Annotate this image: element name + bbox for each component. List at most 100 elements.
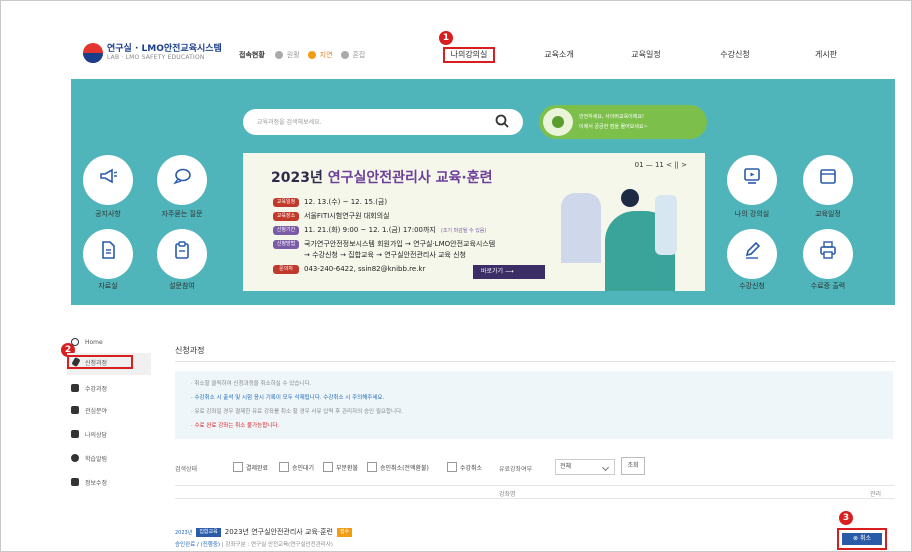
checkbox[interactable] [279,462,289,472]
checkbox-label: 부분환불 [336,464,359,472]
checkbox[interactable] [233,462,243,472]
checkbox-label: 결제완료 [246,464,269,472]
notice-line: · 수강취소 시 출석 및 시험 응시 기록이 모두 삭제됩니다. 수강취소 시… [191,395,385,401]
page-title: 신청과정 [175,346,205,355]
notice-line: · 수료 완료 강좌는 취소 불가능합니다. [191,423,280,429]
slide-row-place: 교육장소 서울FITI시험연구원 대회의실 [273,211,390,221]
mascot-icon [543,108,573,136]
main-content: 신청과정 · 취소할 클릭하여 신청과정을 취소하실 수 있습니다. · 수강취… [175,337,895,551]
search-icon[interactable] [495,114,509,128]
promo-line-2: 이제서 궁금한 점을 물어보세요~ [579,124,648,130]
main-banner: 교육과정을 검색해보세요. 안전하세요, 사이버교육이에요! 이제서 궁금한 점… [71,79,895,305]
connection-status: 접속현황 원활 지연 혼잡 [239,48,365,62]
filter-checkbox-full-refund[interactable]: 승인취소(전액환불) [367,461,429,473]
site-header: 연구실 · LMO안전교육시스템 LAB · LMO SAFETY EDUCAT… [1,1,911,77]
column-course-name: 강좌명 [499,491,516,498]
checkbox-label: 수강취소 [460,464,483,472]
checkbox[interactable] [367,462,377,472]
faq-button[interactable] [157,155,207,205]
status-dot-active-icon [307,51,316,59]
filter-checkbox-partial-refund[interactable]: 부분환불 [323,461,358,473]
survey-button[interactable] [157,229,207,279]
promo-slide[interactable]: 2023년 연구실안전관리사 교육·훈련 01 — 11 < || > 교육일정… [243,153,705,291]
sidebar-item-interests[interactable]: 관심분야 [71,403,151,417]
archive-button[interactable] [83,229,133,279]
nav-education-intro[interactable]: 교육소개 [539,47,579,63]
profile-card-icon [71,478,79,486]
slide-row-text: 서울FITI시험연구원 대회의실 [304,212,390,220]
status-dot-icon [340,51,349,59]
go-button[interactable]: 바로가기 ⟶ [473,265,545,279]
sidebar-item-label: 정보수정 [85,479,108,487]
survey-label: 설문참여 [169,282,195,290]
status-dot-icon [274,51,283,59]
illustration-flask [655,195,677,255]
query-button[interactable]: 조회 [621,457,645,475]
enroll-button[interactable] [727,229,777,279]
status-delay: 지연 [319,51,333,59]
slide-title: 2023년 연구실안전관리사 교육·훈련 [271,167,493,187]
status-congested: 혼잡 [352,51,366,59]
sidebar-item-label: 나의상담 [85,431,108,439]
checkbox[interactable] [447,462,457,472]
illustration-researcher [561,193,601,263]
clipboard-icon [175,241,189,259]
search-input[interactable]: 교육과정을 검색해보세요. [257,117,322,126]
slide-tag: 문의처 [273,264,299,274]
slide-title-year: 2023년 [271,170,328,186]
my-classroom-button[interactable] [727,155,777,205]
cancel-button[interactable]: ⊗ 취소 [842,533,882,545]
sidebar-item-label: 학습알림 [85,455,108,463]
nav-enrollment[interactable]: 수강신청 [715,47,755,63]
slide-pager[interactable]: 01 — 11 < || > [635,161,687,169]
nav-board[interactable]: 게시판 [808,47,844,63]
sidebar-item-home[interactable]: Home [71,335,151,349]
sidebar-item-applied-courses[interactable]: 신청과정 [67,355,133,369]
sidebar-item-consultation[interactable]: 나의상담 [71,427,151,441]
schedule-button[interactable] [803,155,853,205]
nav-my-classroom[interactable]: 나의강의실 [443,47,495,63]
nav-education-schedule[interactable]: 교육일정 [626,47,666,63]
sidebar-item-enrolled-courses[interactable]: 수강과정 [71,381,151,395]
filter-checkbox-paid[interactable]: 결제완료 [233,461,268,473]
site-logo[interactable]: 연구실 · LMO안전교육시스템 LAB · LMO SAFETY EDUCAT… [83,41,223,67]
slide-tag: 교육장소 [273,211,299,221]
course-year: 2023년 [175,529,193,536]
course-title[interactable]: 2023년 연구실안전관리사 교육·훈련 [225,527,333,537]
table-row: 2023년 집합교육 2023년 연구실안전관리사 교육·훈련 접수 승인완료 … [175,521,895,551]
checkbox[interactable] [323,462,333,472]
course-search[interactable]: 교육과정을 검색해보세요. [243,109,523,135]
sidebar: Home 신청과정 수강과정 관심분야 나의상담 학습알림 정보수정 [67,335,151,495]
column-manage: 관리 [869,491,881,498]
status-label: 접속현황 [239,51,265,59]
certificate-print-button[interactable] [803,229,853,279]
filter-checkbox-pending[interactable]: 승인대기 [279,461,314,473]
status-badge: 접수 [336,527,353,537]
sidebar-item-alerts[interactable]: 학습알림 [71,451,151,465]
pencil-icon [71,357,81,367]
filter-label: 검색상태 [175,466,198,473]
paid-filter-select[interactable]: 전체 [555,459,615,475]
chatbot-promo[interactable]: 안전하세요, 사이버교육이에요! 이제서 궁금한 점을 물어보세요~ [539,105,707,139]
course-meta: 승인완료 / (진행중) | 강좌구분 : 연구실 안전교육(연구실안전관리사) [175,540,333,548]
slide-row-note: (조기 마감될 수 있음) [440,227,487,234]
cancel-icon: ⊗ [853,535,860,542]
slide-tag: 신청기간 [273,225,299,235]
search-filter: 검색상태 결제완료 승인대기 부분환불 승인취소(전액환불) 수강취소 유료강좌… [175,457,895,477]
megaphone-icon [100,168,118,184]
promo-line-1: 안전하세요, 사이버교육이에요! [579,114,644,120]
sidebar-item-label: 신청과정 [85,359,108,367]
notice-button[interactable] [83,155,133,205]
calendar-icon [820,169,836,184]
sidebar-item-label: Home [85,338,103,346]
book-icon [71,384,79,392]
filter-checkbox-cancelled[interactable]: 수강취소 [447,461,482,473]
page-frame: 연구실 · LMO안전교육시스템 LAB · LMO SAFETY EDUCAT… [0,0,912,552]
home-icon [71,338,79,346]
sidebar-item-profile[interactable]: 정보수정 [71,475,151,489]
cancel-highlight: ⊗ 취소 [837,528,887,550]
slide-row-text: 043-240-6422, ssin82@knibb.re.kr [304,265,426,273]
bell-icon [71,454,79,462]
slide-row-period: 신청기간 11. 21.(화) 9:00 ~ 12. 1.(금) 17:00까지 (… [273,225,486,235]
slide-tag: 신청방법 [273,239,299,249]
